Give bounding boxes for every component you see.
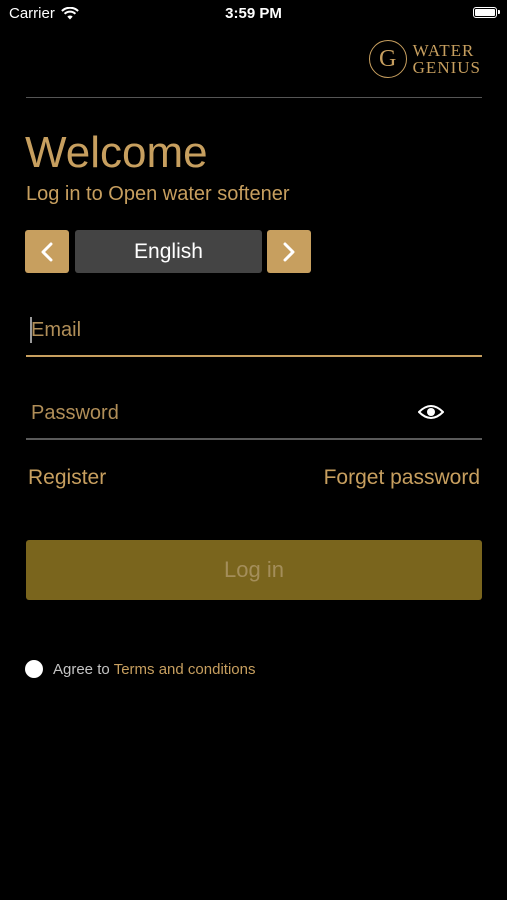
eye-icon[interactable] (418, 403, 444, 421)
brand-logo: G WATER GENIUS (368, 40, 481, 78)
terms-checkbox[interactable] (25, 660, 43, 678)
password-underline (26, 438, 482, 440)
status-time: 3:59 PM (225, 5, 282, 22)
email-field[interactable] (26, 318, 482, 342)
language-selector[interactable]: English (75, 230, 262, 273)
password-field[interactable] (26, 401, 482, 425)
language-next-button[interactable] (267, 230, 311, 273)
terms-agreement: Agree to Terms and conditions (25, 660, 255, 678)
language-prev-button[interactable] (25, 230, 69, 273)
page-title: Welcome (25, 128, 208, 177)
terms-link[interactable]: Terms and conditions (114, 661, 256, 678)
chevron-right-icon (283, 242, 295, 261)
logo-line-2: GENIUS (412, 58, 481, 77)
logo-line-1: WATER (412, 41, 475, 60)
register-link[interactable]: Register (28, 466, 106, 490)
agree-label: Agree to (53, 660, 110, 678)
chevron-left-icon (41, 242, 53, 261)
battery-icon (473, 7, 500, 18)
text-cursor (30, 317, 32, 343)
logo-emblem-icon: G (368, 40, 407, 78)
header-divider (26, 97, 482, 98)
forget-password-link[interactable]: Forget password (324, 466, 480, 490)
page-subtitle: Log in to Open water softener (26, 183, 290, 205)
status-bar: Carrier 3:59 PM (0, 0, 507, 30)
email-field-container (26, 308, 482, 352)
login-button[interactable]: Log in (26, 540, 482, 600)
email-underline (26, 355, 482, 357)
password-field-container (26, 391, 482, 435)
logo-wordmark: WATER GENIUS (413, 42, 481, 76)
